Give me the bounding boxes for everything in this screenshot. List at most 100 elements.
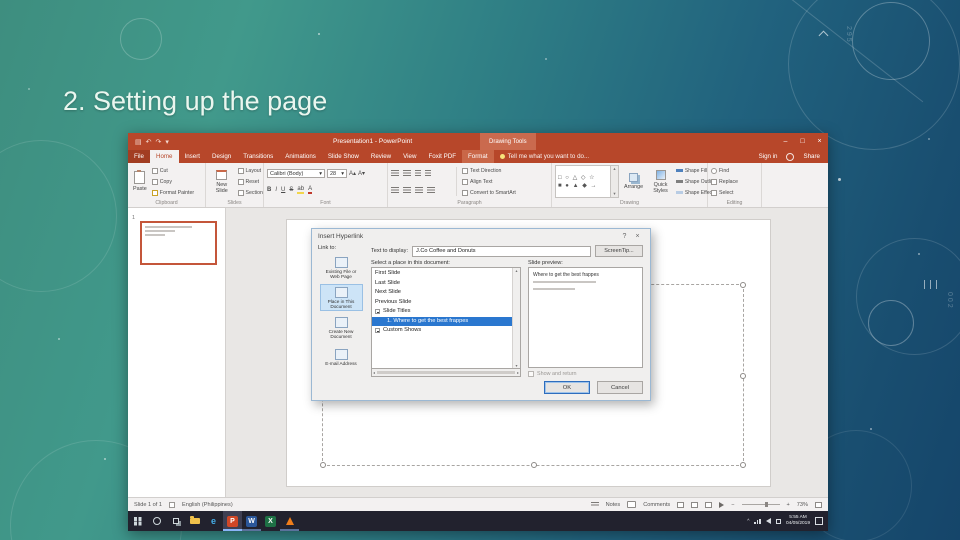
file-explorer-button[interactable]	[185, 511, 204, 531]
bold-button[interactable]: B	[267, 187, 271, 193]
notes-button[interactable]: Notes	[606, 502, 621, 508]
place-item[interactable]: Previous Slide	[372, 298, 512, 308]
language-indicator[interactable]: English (Philippines)	[182, 502, 233, 508]
minimize-button[interactable]: –	[777, 133, 794, 150]
show-and-return-checkbox[interactable]	[528, 371, 534, 377]
zoom-out-button[interactable]: −	[731, 502, 734, 508]
select-button[interactable]: Select	[711, 189, 738, 196]
font-size-combo[interactable]: 28 ▾	[327, 169, 347, 178]
tab-view[interactable]: View	[397, 150, 422, 163]
tab-format[interactable]: Format	[461, 150, 494, 163]
share-button[interactable]: Share	[803, 153, 820, 160]
action-center-icon[interactable]	[815, 517, 823, 525]
grow-font-button[interactable]: A▴	[349, 170, 356, 177]
zoom-slider-thumb[interactable]	[765, 502, 769, 507]
shape-fill-button[interactable]: Shape Fill	[675, 168, 707, 174]
sign-in-link[interactable]: Sign in	[759, 153, 778, 160]
normal-view-icon[interactable]	[677, 501, 685, 508]
section-button[interactable]: Section	[237, 189, 263, 196]
shape-gallery-scroll[interactable]: ▴ ▾	[611, 165, 619, 198]
reading-view-icon[interactable]	[705, 501, 713, 508]
list-vertical-scrollbar[interactable]: ▴ ▾	[512, 268, 520, 368]
resize-handle[interactable]	[740, 462, 746, 468]
comments-button[interactable]: Comments	[643, 502, 670, 508]
strikethrough-button[interactable]: S	[289, 187, 293, 193]
save-icon[interactable]: ▤	[135, 138, 142, 146]
justify-icon[interactable]	[427, 186, 435, 193]
restore-button[interactable]: □	[794, 133, 811, 150]
resize-handle[interactable]	[740, 282, 746, 288]
align-text-button[interactable]: Align Text	[462, 178, 516, 185]
slide-thumbnail[interactable]	[140, 221, 217, 265]
link-place-in-document-button[interactable]: Place in This Document	[319, 284, 363, 311]
tab-home[interactable]: Home	[149, 150, 179, 163]
quick-styles-button[interactable]: Quick Styles	[648, 165, 673, 198]
dialog-help-button[interactable]: ?	[618, 233, 631, 240]
paste-button[interactable]: Paste	[131, 165, 149, 198]
replace-button[interactable]: Replace	[711, 178, 738, 185]
text-to-display-input[interactable]: J.Co Coffee and Donuts	[412, 245, 591, 257]
link-existing-file-button[interactable]: Existing File or Web Page	[320, 254, 363, 281]
place-item[interactable]: Custom Shows	[372, 326, 512, 336]
tell-me-box[interactable]: Tell me what you want to do...	[494, 150, 596, 163]
shape-outline-button[interactable]: Shape Outline	[675, 179, 717, 185]
resize-handle[interactable]	[320, 462, 326, 468]
tab-file[interactable]: File	[128, 150, 150, 163]
network-icon[interactable]	[754, 518, 761, 524]
layout-button[interactable]: Layout	[237, 167, 261, 174]
increase-indent-icon[interactable]	[425, 170, 431, 177]
tab-design[interactable]: Design	[206, 150, 237, 163]
shrink-font-button[interactable]: A▾	[358, 170, 365, 177]
shape-effects-button[interactable]: Shape Effects	[675, 190, 716, 196]
cut-button[interactable]: Cut	[151, 167, 194, 174]
place-item-selected[interactable]: 1. Where to get the best frappes	[372, 316, 512, 326]
new-slide-button[interactable]: New Slide	[209, 165, 235, 198]
slide-count-indicator[interactable]: Slide 1 of 1	[134, 502, 162, 508]
list-horizontal-scrollbar[interactable]: ◂ ▸	[371, 369, 521, 377]
find-button[interactable]: Find	[711, 167, 738, 174]
comments-icon[interactable]	[627, 501, 637, 508]
start-button[interactable]	[128, 511, 147, 531]
notes-icon[interactable]	[590, 502, 599, 507]
scrollbar-thumb[interactable]	[377, 371, 515, 374]
hidden-icons-chevron[interactable]: ^	[747, 519, 749, 524]
tab-animations[interactable]: Animations	[279, 150, 322, 163]
tab-insert[interactable]: Insert	[179, 150, 206, 163]
zoom-slider[interactable]	[741, 502, 780, 507]
convert-smartart-button[interactable]: Convert to SmartArt	[462, 189, 516, 196]
fit-slide-icon[interactable]	[815, 501, 822, 508]
collapse-icon[interactable]	[375, 328, 380, 334]
vlc-taskbar-button[interactable]	[280, 511, 299, 531]
task-view-button[interactable]	[166, 511, 185, 531]
shape-gallery[interactable]: □ ○ △ ◇ ☆ ■ ● ▲ ◆ → ▴ ▾	[555, 165, 619, 198]
cortana-search-button[interactable]	[147, 511, 166, 531]
place-item[interactable]: Slide Titles	[372, 307, 512, 317]
decrease-indent-icon[interactable]	[415, 170, 421, 177]
reset-button[interactable]: Reset	[237, 178, 260, 185]
tab-transitions[interactable]: Transitions	[237, 150, 279, 163]
text-direction-button[interactable]: Text Direction	[462, 167, 516, 174]
align-center-icon[interactable]	[403, 186, 411, 193]
place-item[interactable]: Last Slide	[372, 279, 512, 289]
align-left-icon[interactable]	[391, 186, 399, 193]
dialog-close-button[interactable]: ×	[631, 233, 644, 240]
excel-taskbar-button[interactable]: X	[261, 511, 280, 531]
tab-foxit-pdf[interactable]: Foxit PDF	[422, 150, 462, 163]
word-taskbar-button[interactable]: W	[242, 511, 261, 531]
place-item[interactable]: Next Slide	[372, 288, 512, 298]
ok-button[interactable]: OK	[544, 381, 590, 394]
collapse-icon[interactable]	[375, 309, 380, 315]
numbering-icon[interactable]	[403, 170, 411, 177]
spell-check-icon[interactable]	[169, 501, 175, 508]
format-painter-button[interactable]: Format Painter	[151, 189, 194, 196]
close-button[interactable]: ×	[811, 133, 828, 150]
qat-customize-icon[interactable]: ▾	[165, 138, 169, 146]
highlight-button[interactable]: ab	[297, 186, 305, 194]
resize-handle[interactable]	[531, 462, 537, 468]
font-name-combo[interactable]: Calibri (Body) ▾	[267, 169, 325, 178]
volume-icon[interactable]	[765, 518, 771, 524]
zoom-in-button[interactable]: +	[787, 502, 790, 508]
place-item[interactable]: First Slide	[372, 269, 512, 279]
link-create-new-document-button[interactable]: Create New Document	[320, 314, 363, 341]
tray-app-icon[interactable]	[775, 518, 781, 524]
